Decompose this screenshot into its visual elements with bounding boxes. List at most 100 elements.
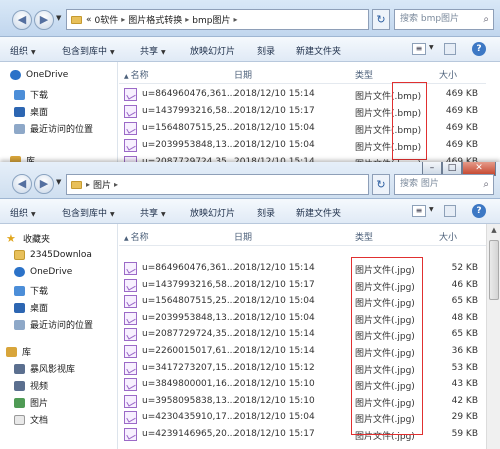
scrollbar-thumb[interactable] — [489, 240, 499, 300]
column-header-size[interactable]: 大小 — [439, 68, 457, 81]
breadcrumb-item[interactable]: 图片 — [93, 178, 111, 191]
table-row[interactable]: u=4239146965,20... 2018/12/10 15:17 图片文件(.… — [119, 426, 486, 444]
search-icon[interactable]: ⌕ — [483, 10, 489, 29]
help-icon[interactable]: ? — [472, 42, 486, 56]
burn-button[interactable]: 刻录 — [257, 206, 275, 219]
breadcrumb-item[interactable]: 0软件 — [95, 13, 119, 26]
include-in-library-button[interactable]: 包含到库中 ▼ — [62, 206, 115, 219]
new-folder-button[interactable]: 新建文件夹 — [296, 44, 341, 57]
help-icon[interactable]: ? — [472, 204, 486, 218]
table-row[interactable]: u=4230435910,17... 2018/12/10 15:04 图片文件(.… — [119, 409, 486, 427]
file-size: 469 KB — [445, 140, 478, 150]
file-size: 36 KB — [451, 346, 478, 356]
search-input[interactable]: 搜索 bmp图片 ⌕ — [394, 9, 494, 30]
nav-item-pictures[interactable]: 图片 — [14, 396, 48, 409]
slideshow-button[interactable]: 放映幻灯片 — [190, 44, 235, 57]
share-button[interactable]: 共享 ▼ — [140, 206, 166, 219]
table-row[interactable]: u=1564807515,25... 2018/12/10 15:04 图片文件(.… — [119, 293, 486, 311]
table-row[interactable]: u=864960476,361... 2018/12/10 15:14 图片文件(.… — [119, 86, 486, 104]
organize-button[interactable]: 组织 ▼ — [10, 206, 36, 219]
nav-item-favorites[interactable]: ★ 收藏夹 — [6, 232, 50, 246]
search-icon[interactable]: ⌕ — [483, 175, 489, 194]
folder-icon — [14, 250, 25, 260]
preview-pane-icon[interactable] — [444, 205, 456, 217]
chevron-down-icon[interactable]: ▼ — [56, 178, 61, 186]
share-button[interactable]: 共享 ▼ — [140, 44, 166, 57]
nav-item-onedrive[interactable]: OneDrive — [14, 267, 72, 277]
nav-item-recent[interactable]: 最近访问的位置 — [14, 318, 93, 331]
image-file-icon — [124, 295, 137, 309]
table-row[interactable]: u=2087729724,35...2018/12/10 15:14图片文件(.… — [119, 326, 486, 344]
view-options-icon[interactable]: ≡ — [412, 205, 426, 217]
nav-item-label: 视频 — [30, 382, 49, 392]
column-header-date[interactable]: 日期 — [234, 230, 252, 243]
search-input[interactable]: 搜索 图片 ⌕ — [394, 174, 494, 195]
image-file-icon — [124, 394, 137, 408]
nav-item-baofeng[interactable]: 暴风影视库 — [14, 362, 75, 375]
nav-item-documents[interactable]: 文档 — [14, 413, 48, 426]
nav-item-label: 下载 — [30, 287, 49, 297]
refresh-icon[interactable]: ↻ — [372, 174, 390, 195]
breadcrumb-item[interactable]: 图片格式转换 — [128, 13, 182, 26]
refresh-icon[interactable]: ↻ — [372, 9, 390, 30]
column-header-date[interactable]: 日期 — [234, 68, 252, 81]
include-in-library-button[interactable]: 包含到库中 ▼ — [62, 44, 115, 57]
nav-item-onedrive[interactable]: OneDrive — [10, 70, 68, 80]
table-row[interactable]: u=3417273207,15... 2018/12/10 15:12 图片文件(.… — [119, 360, 486, 378]
forward-arrow-icon[interactable]: ▶ — [34, 10, 54, 30]
nav-item-recent[interactable]: 最近访问的位置 — [14, 122, 93, 135]
breadcrumb-separator-icon[interactable]: ▸ — [185, 15, 189, 24]
organize-label: 组织 — [10, 209, 29, 219]
nav-item-libraries[interactable]: 库 — [6, 345, 31, 358]
table-row[interactable]: u=1437993216,58... 2018/12/10 15:17 图片文件(.… — [119, 103, 486, 121]
file-name: u=2087729724,35... — [142, 329, 236, 340]
chevron-down-icon[interactable]: ▼ — [429, 44, 434, 51]
table-row[interactable]: u=2039953848,13... 2018/12/10 15:04 图片文件(.… — [119, 137, 486, 155]
table-row[interactable]: u=864960476,361... 2018/12/10 15:14 图片文件(.… — [119, 260, 486, 278]
nav-item-2345downloads[interactable]: 2345Downloa — [14, 250, 92, 260]
preview-pane-icon[interactable] — [444, 43, 456, 55]
breadcrumb-item[interactable]: bmp图片 — [192, 13, 230, 26]
view-options-icon[interactable]: ≡ — [412, 43, 426, 55]
nav-item-desktop[interactable]: 桌面 — [14, 105, 48, 118]
slideshow-button[interactable]: 放映幻灯片 — [190, 206, 235, 219]
column-header-type[interactable]: 类型 — [355, 230, 373, 243]
back-arrow-icon[interactable]: ◀ — [12, 10, 32, 30]
chevron-down-icon[interactable]: ▼ — [56, 14, 61, 22]
file-size: 48 KB — [451, 312, 478, 323]
nav-item-downloads[interactable]: 下载 — [14, 284, 48, 297]
table-row[interactable]: u=1564807515,25... 2018/12/10 15:04 图片文件(.… — [119, 120, 486, 138]
column-header-name[interactable]: ▲ 名称 — [124, 68, 149, 81]
breadcrumb-separator-icon[interactable]: ▸ — [86, 180, 90, 189]
nav-item-videos[interactable]: 视频 — [14, 379, 48, 392]
table-row[interactable]: u=2039953848,13... 2018/12/10 15:04 图片文件(.… — [119, 310, 486, 328]
forward-arrow-icon[interactable]: ▶ — [34, 174, 54, 194]
nav-item-label: 暴风影视库 — [30, 365, 76, 375]
breadcrumb[interactable]: « 0软件 ▸ 图片格式转换 ▸ bmp图片 ▸ — [66, 9, 369, 30]
new-folder-button[interactable]: 新建文件夹 — [296, 206, 341, 219]
new-folder-label: 新建文件夹 — [296, 209, 342, 219]
table-row[interactable]: u=1437993216,58... 2018/12/10 15:17 图片文件(.… — [119, 277, 486, 295]
column-header-type[interactable]: 类型 — [355, 68, 373, 81]
vertical-scrollbar[interactable]: ▲ — [486, 224, 500, 449]
nav-item-desktop[interactable]: 桌面 — [14, 301, 48, 314]
burn-button[interactable]: 刻录 — [257, 44, 275, 57]
column-header-name[interactable]: ▲ 名称 — [124, 230, 149, 243]
chevron-down-icon[interactable]: ▼ — [429, 206, 434, 213]
breadcrumb-separator-icon[interactable]: ▸ — [121, 15, 125, 24]
nav-item-downloads[interactable]: 下载 — [14, 88, 48, 101]
breadcrumb-overflow[interactable]: « — [86, 15, 92, 25]
scroll-up-icon[interactable]: ▲ — [487, 226, 500, 234]
table-row[interactable]: u=2260015017,61... 2018/12/10 15:14 图片文件(.… — [119, 343, 486, 361]
breadcrumb[interactable]: ▸ 图片 ▸ — [66, 174, 369, 195]
back-arrow-icon[interactable]: ◀ — [12, 174, 32, 194]
table-row[interactable]: u=3849800001,16... 2018/12/10 15:10 图片文件(.… — [119, 376, 486, 394]
breadcrumb-separator-icon[interactable]: ▸ — [114, 180, 118, 189]
library-icon — [6, 346, 17, 357]
file-size: 65 KB — [451, 296, 478, 307]
file-name: u=4239146965,20... — [142, 429, 236, 439]
breadcrumb-separator-icon[interactable]: ▸ — [234, 15, 238, 24]
organize-button[interactable]: 组织 ▼ — [10, 44, 36, 57]
column-header-size[interactable]: 大小 — [439, 230, 457, 243]
table-row[interactable]: u=3958095838,13... 2018/12/10 15:10 图片文件(.… — [119, 393, 486, 411]
